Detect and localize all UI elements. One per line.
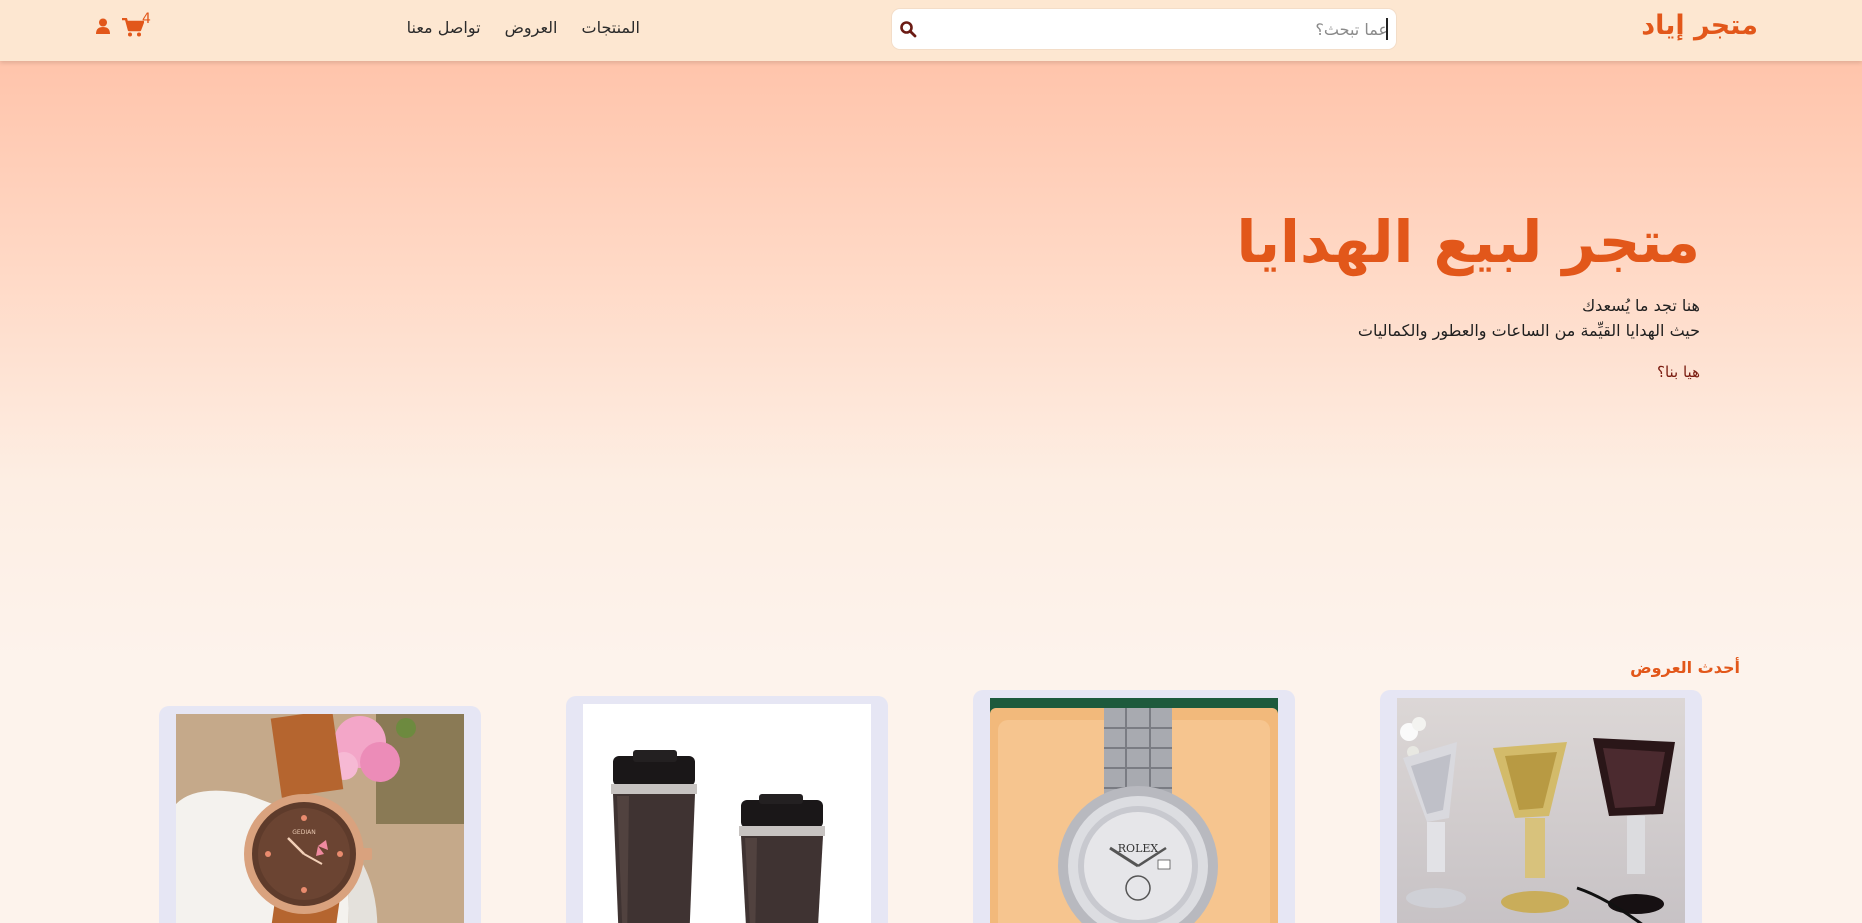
nav-link-products[interactable]: المنتجات [582, 18, 641, 42]
hero-title: متجر لبيع الهدايا [1236, 208, 1701, 276]
search-box [892, 9, 1396, 49]
svg-text:ROLEX: ROLEX [1118, 842, 1159, 855]
hero-section: متجر لبيع الهدايا هنا تجد ما يُسعدك حيث … [0, 61, 1862, 661]
hero-text: متجر لبيع الهدايا هنا تجد ما يُسعدك حيث … [1236, 208, 1701, 381]
search-icon [900, 21, 917, 38]
nav-link-offers[interactable]: العروض [505, 18, 558, 42]
nav-links: المنتجات العروض تواصل معنا [407, 18, 640, 42]
search-button[interactable] [896, 17, 920, 41]
user-button[interactable] [93, 18, 111, 36]
product-card[interactable] [566, 696, 888, 923]
navbar: متجر إياد المنتجات العروض تواصل معنا 4 [0, 0, 1862, 61]
offers-title: أحدث العروض [1630, 658, 1740, 677]
hero-cta-link[interactable]: هيا بنا؟ [1657, 363, 1700, 381]
product-image-rolex-watch: ROLEX [990, 698, 1278, 923]
cart-button[interactable]: 4 [120, 11, 160, 44]
cart-icon [122, 18, 144, 37]
svg-text:GEDIAN: GEDIAN [292, 829, 315, 836]
search-input[interactable] [926, 9, 1396, 49]
text-caret [1386, 18, 1388, 40]
product-card[interactable]: GEDIAN [159, 706, 481, 923]
product-card[interactable]: ROLEX [973, 690, 1295, 923]
hero-line-1: هنا تجد ما يُسعدك [1581, 295, 1700, 315]
product-image-leather-watch: GEDIAN [176, 714, 464, 923]
user-icon [96, 18, 110, 34]
product-image-incense-burners [1397, 698, 1685, 923]
hero-line-2: حيث الهدايا القيِّمة من الساعات والعطور … [1357, 320, 1700, 340]
hero-subtitle: هنا تجد ما يُسعدك حيث الهدايا القيِّمة م… [1237, 293, 1700, 343]
product-card[interactable] [1380, 690, 1702, 923]
cart-count-badge: 4 [142, 11, 151, 27]
brand-logo[interactable]: متجر إياد [1641, 10, 1758, 41]
nav-link-contact[interactable]: تواصل معنا [407, 18, 481, 42]
product-image-travel-mugs [583, 704, 871, 923]
